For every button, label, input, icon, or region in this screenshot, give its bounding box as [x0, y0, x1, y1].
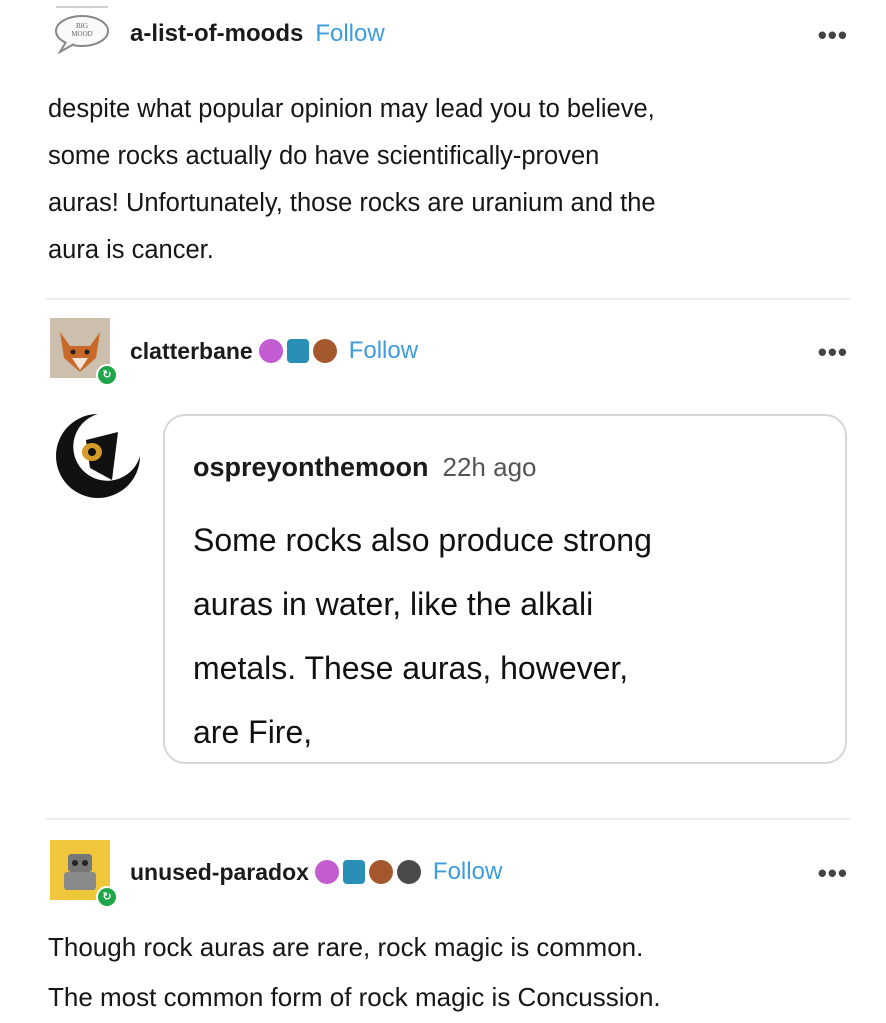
ninja-badge-icon[interactable]	[342, 860, 365, 884]
helmet-badge-icon[interactable]	[396, 860, 421, 884]
username-link[interactable]: clatterbane	[130, 338, 253, 365]
cookie-badge-icon[interactable]	[368, 860, 393, 884]
reply-header: ospreyonthemoon 22h ago	[193, 452, 537, 483]
post-body: Though rock auras are rare, rock magic i…	[48, 922, 868, 1022]
reply-timestamp: 22h ago	[442, 452, 537, 482]
more-options-icon[interactable]: •••	[818, 860, 848, 886]
reblog-badge-icon: ↻	[96, 886, 118, 908]
reply-body: Some rocks also produce strong auras in …	[193, 508, 833, 764]
body-line: The most common form of rock magic is Co…	[48, 982, 661, 1012]
body-line: some rocks actually do have scientifical…	[48, 142, 600, 170]
cookie-badge-icon[interactable]	[312, 339, 337, 363]
moon-avatar-icon	[54, 412, 142, 500]
brain-badge-icon[interactable]	[258, 339, 283, 363]
badge-group	[258, 339, 337, 363]
post-header: unused-paradox Follow	[0, 855, 886, 889]
post-divider	[46, 298, 850, 300]
reply-line: metals. These auras, however,	[193, 650, 629, 686]
badge-group	[314, 860, 421, 884]
reply-username-link[interactable]: ospreyonthemoon	[193, 452, 429, 482]
ninja-badge-icon[interactable]	[286, 339, 309, 363]
post-body: despite what popular opinion may lead yo…	[48, 86, 848, 274]
username-link[interactable]: a-list-of-moods	[130, 20, 303, 48]
follow-button[interactable]: Follow	[315, 20, 384, 48]
post-header: a-list-of-moods Follow	[0, 17, 886, 51]
reply-line: auras in water, like the alkali	[193, 586, 594, 622]
more-options-icon[interactable]: •••	[818, 22, 848, 48]
post-divider	[46, 818, 850, 820]
post-header: clatterbane Follow	[0, 334, 886, 368]
reply-card: ospreyonthemoon 22h ago Some rocks also p…	[163, 414, 847, 764]
reply-line: Some rocks also produce strong	[193, 522, 652, 558]
username-link[interactable]: unused-paradox	[130, 859, 309, 886]
follow-button[interactable]: Follow	[349, 337, 418, 365]
body-line: aura is cancer.	[48, 236, 214, 264]
follow-button[interactable]: Follow	[433, 858, 502, 886]
body-line: despite what popular opinion may lead yo…	[48, 95, 655, 123]
body-line: auras! Unfortunately, those rocks are ur…	[48, 189, 656, 217]
avatar-ospreyonthemoon[interactable]	[52, 410, 144, 502]
previous-post-edge	[56, 0, 108, 8]
brain-badge-icon[interactable]	[314, 860, 339, 884]
reply-line: are Fire,	[193, 714, 313, 750]
body-line: Though rock auras are rare, rock magic i…	[48, 932, 644, 962]
more-options-icon[interactable]: •••	[818, 339, 848, 365]
